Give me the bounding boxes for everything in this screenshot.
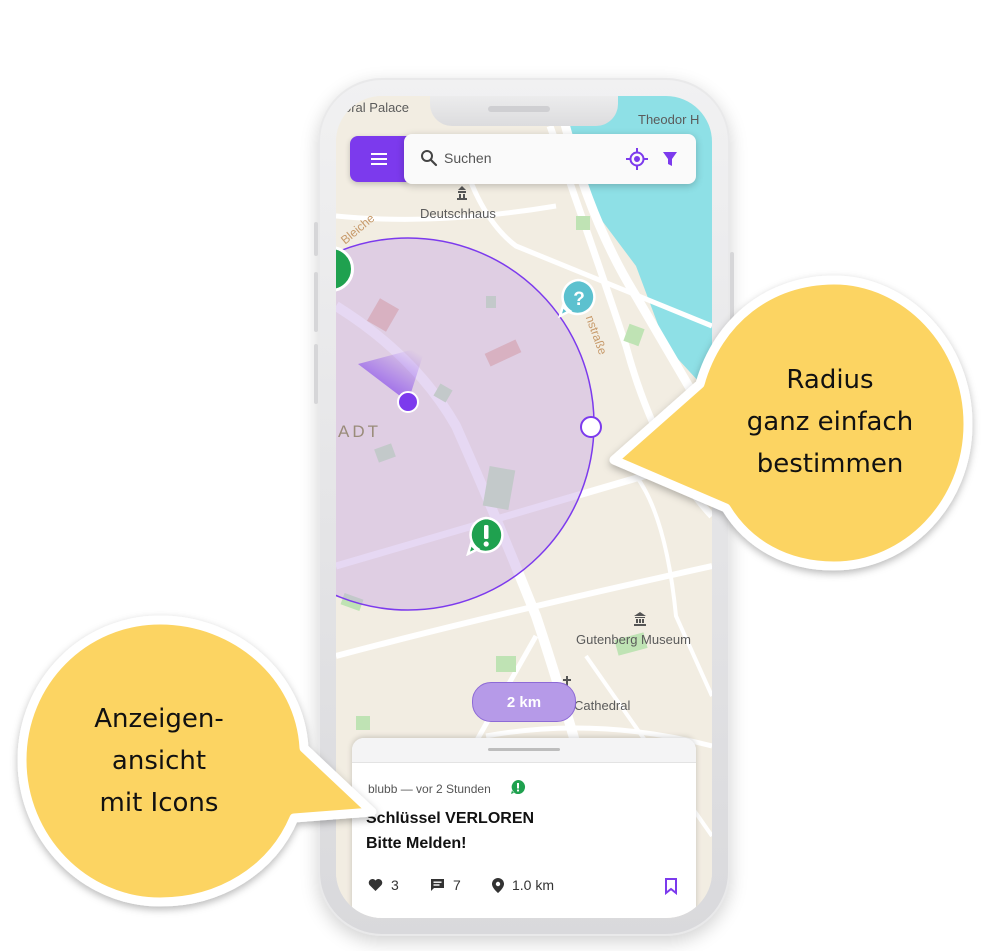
callout-left-line1: Anzeigen- [94, 704, 224, 734]
callout-right-line1: Radius [786, 365, 874, 395]
callout-left-line2: ansicht [111, 746, 207, 776]
callout-right-line2: ganz einfach [746, 407, 914, 437]
callout-right-text: Radius ganz einfach bestimmen [720, 359, 940, 485]
callout-left-line3: mit Icons [99, 788, 219, 818]
callout-right-line3: bestimmen [756, 449, 904, 479]
callout-left-text: Anzeigen- ansicht mit Icons [54, 698, 264, 824]
